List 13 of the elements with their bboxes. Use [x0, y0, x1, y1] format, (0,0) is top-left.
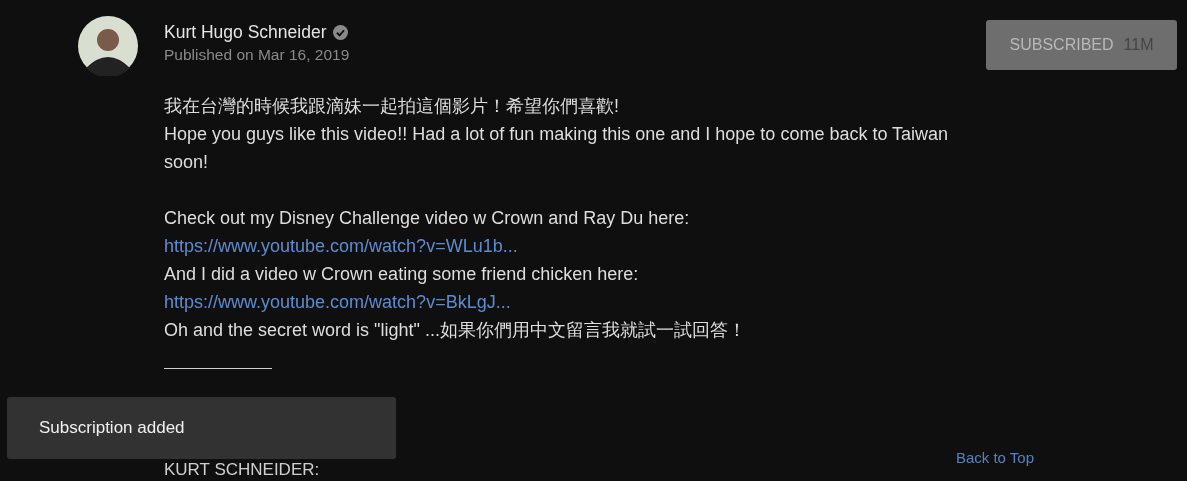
description-text: Oh and the secret word is "light" ...如果你們用中文留言我就試一試回答！ [164, 319, 747, 342]
description-text: Check out my Disney Challenge video w Crown and Ray Du here: [164, 207, 691, 230]
back-to-top-link[interactable]: Back to Top [955, 449, 1034, 466]
video-link[interactable]: https://www.youtube.com/watch?v=WLu1b... [164, 232, 518, 260]
channel-name[interactable]: Kurt Hugo Schneider [164, 22, 327, 43]
section-heading: KURT SCHNEIDER: [164, 460, 320, 480]
video-link[interactable]: https://www.youtube.com/watch?v=BkLgJ... [164, 288, 511, 316]
publish-date: Published on Mar 16, 2019 [164, 46, 350, 64]
description-text: 我在台灣的時候我跟滴妹一起拍這個影片！希望你們喜歡! [164, 95, 620, 118]
description-text: Hope you guys like this video!! Had a lot of fun making this one and I hope to come back to Taiwan soon! [164, 123, 950, 174]
toast-notification: Subscription added [7, 397, 396, 459]
avatar [78, 16, 138, 76]
description-text: And I did a video w Crown eating some friend chicken here: [164, 263, 640, 286]
